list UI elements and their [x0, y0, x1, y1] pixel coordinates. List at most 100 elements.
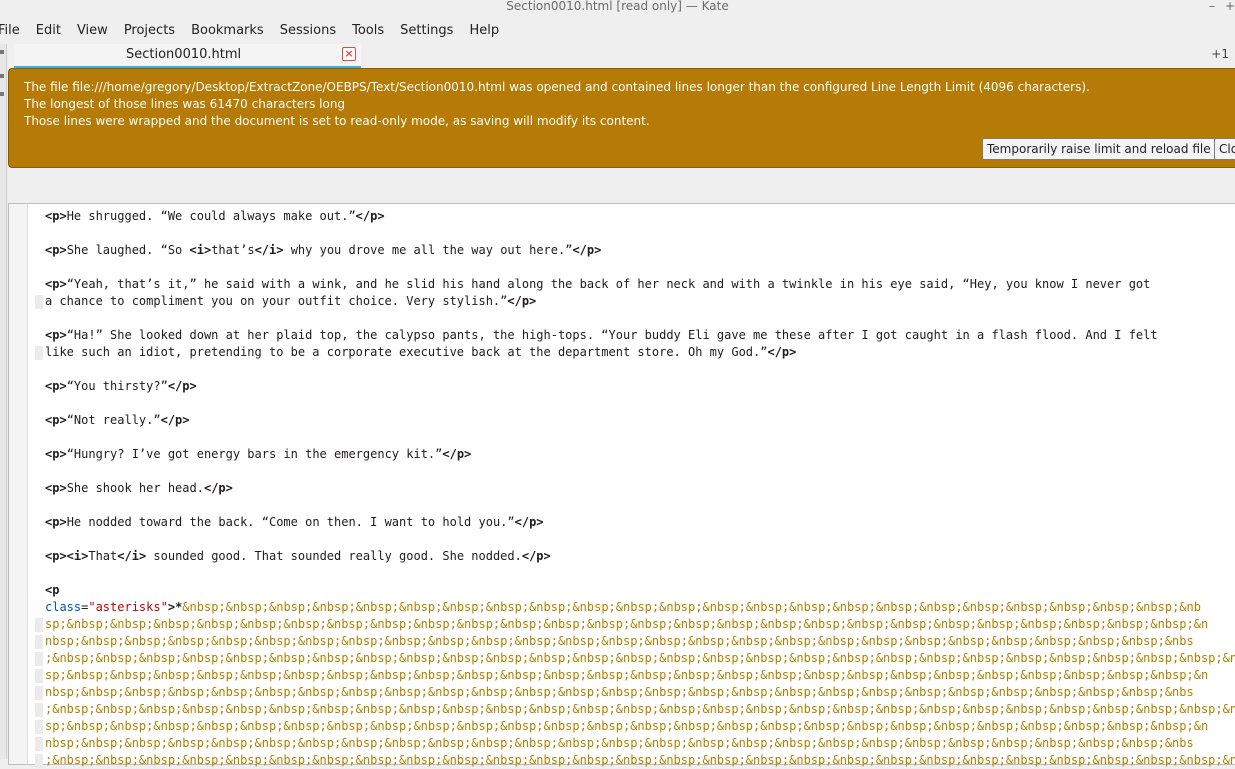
- code-text: why you drove me all the way out here.”: [283, 243, 573, 257]
- tab-bar: Section0010.html × +1: [6, 44, 1235, 68]
- code-text: “You thirsty?”: [66, 379, 168, 393]
- wrap-indicator-icon: [35, 686, 43, 700]
- line-length-warning-banner: The file file:///home/gregory/Desktop/Ex…: [8, 68, 1235, 168]
- code-line: <p>He nodded toward the back. “Come on t…: [45, 514, 544, 531]
- code-entity: sp;&nbsp;&nbsp;&nbsp;&nbsp;&nbsp;&nbsp;&…: [45, 617, 1209, 631]
- code-tag: </p>: [203, 481, 233, 495]
- menu-view[interactable]: View: [69, 23, 116, 38]
- code-text: He shrugged. “We could always make out.”: [66, 209, 356, 223]
- code-text: “Hungry? I’ve got energy bars in the eme…: [66, 447, 443, 461]
- code-entity: ;&nbsp;&nbsp;&nbsp;&nbsp;&nbsp;&nbsp;&nb…: [45, 702, 1235, 716]
- code-line: sp;&nbsp;&nbsp;&nbsp;&nbsp;&nbsp;&nbsp;&…: [35, 718, 1209, 735]
- code-line: <p>“Not really.”</p>: [45, 412, 190, 429]
- code-entity: &nbsp;&nbsp;&nbsp;&nbsp;&nbsp;&nbsp;&nbs…: [182, 600, 1201, 614]
- code-text: a chance to compliment you on your outfi…: [45, 294, 508, 308]
- window-title: Section0010.html [read only] — Kate: [506, 0, 729, 13]
- wrap-indicator-icon: [35, 635, 43, 649]
- code-line: <p>“You thirsty?”</p>: [45, 378, 197, 395]
- code-line: <p>He shrugged. “We could always make ou…: [45, 208, 385, 225]
- more-tabs-indicator[interactable]: +1: [1211, 47, 1229, 61]
- text-editor[interactable]: <p>He shrugged. “We could always make ou…: [8, 203, 1235, 768]
- minimize-icon[interactable]: –: [1209, 0, 1215, 12]
- code-line: nbsp;&nbsp;&nbsp;&nbsp;&nbsp;&nbsp;&nbsp…: [35, 633, 1194, 650]
- tab-section0010[interactable]: Section0010.html ×: [14, 44, 361, 68]
- code-tag: </p>: [355, 209, 385, 223]
- code-line: ;&nbsp;&nbsp;&nbsp;&nbsp;&nbsp;&nbsp;&nb…: [35, 650, 1235, 667]
- code-line: <p>“Ha!” She looked down at her plaid to…: [45, 327, 1158, 344]
- code-line: class="asterisks">*&nbsp;&nbsp;&nbsp;&nb…: [45, 599, 1201, 616]
- code-text: “Ha!” She looked down at her plaid top, …: [66, 328, 1158, 342]
- code-line: <p>“Yeah, that’s it,” he said with a win…: [45, 276, 1150, 293]
- code-line: sp;&nbsp;&nbsp;&nbsp;&nbsp;&nbsp;&nbsp;&…: [35, 667, 1209, 684]
- menu-bar: File Edit View Projects Bookmarks Sessio…: [0, 18, 1235, 42]
- banner-line-2: The longest of those lines was 61470 cha…: [24, 97, 346, 111]
- code-tag: <p>: [45, 328, 67, 342]
- code-line: <p>She shook her head.</p>: [45, 480, 233, 497]
- raise-limit-reload-button[interactable]: Temporarily raise limit and reload file: [982, 138, 1216, 160]
- code-tag: <p><i>: [45, 549, 89, 563]
- menu-edit[interactable]: Edit: [28, 23, 69, 38]
- code-tag: <p>: [45, 447, 67, 461]
- code-tag: </p>: [521, 549, 551, 563]
- wrap-indicator-icon: [35, 295, 43, 309]
- code-text: that’s: [211, 243, 255, 257]
- banner-line-3: Those lines were wrapped and the documen…: [24, 114, 650, 128]
- code-line: <p>She laughed. “So <i>that’s</i> why yo…: [45, 242, 601, 259]
- code-text: She shook her head.: [66, 481, 204, 495]
- wrap-indicator-icon: [35, 703, 43, 717]
- wrap-indicator-icon: [35, 720, 43, 734]
- code-tag: <p>: [45, 379, 67, 393]
- code-tag: </p>: [507, 294, 537, 308]
- code-line: nbsp;&nbsp;&nbsp;&nbsp;&nbsp;&nbsp;&nbsp…: [35, 735, 1194, 752]
- code-line: <p>“Hungry? I’ve got energy bars in the …: [45, 446, 471, 463]
- code-tag: </p>: [767, 345, 797, 359]
- banner-line-1: The file file:///home/gregory/Desktop/Ex…: [24, 80, 1090, 94]
- code-text: “Yeah, that’s it,” he said with a wink, …: [66, 277, 1151, 291]
- code-tag: <p>: [45, 481, 67, 495]
- code-tag: </p>: [442, 447, 472, 461]
- menu-settings[interactable]: Settings: [392, 23, 461, 38]
- close-banner-button[interactable]: Close: [1214, 138, 1235, 160]
- menu-bookmarks[interactable]: Bookmarks: [183, 23, 272, 38]
- code-text: like such an idiot, pretending to be a c…: [45, 345, 768, 359]
- code-tag: <i>: [189, 243, 212, 257]
- code-line: ;&nbsp;&nbsp;&nbsp;&nbsp;&nbsp;&nbsp;&nb…: [35, 701, 1235, 718]
- code-tag: <p: [45, 583, 60, 597]
- sidebar-handle-icon: [0, 92, 4, 96]
- code-entity: nbsp;&nbsp;&nbsp;&nbsp;&nbsp;&nbsp;&nbsp…: [45, 634, 1194, 648]
- code-tag: </p>: [167, 379, 197, 393]
- code-entity: sp;&nbsp;&nbsp;&nbsp;&nbsp;&nbsp;&nbsp;&…: [45, 668, 1209, 682]
- code-tag: <p>: [45, 413, 67, 427]
- code-tag: <p>: [45, 515, 67, 529]
- wrap-indicator-icon: [35, 754, 43, 768]
- code-attribute: class: [45, 600, 82, 614]
- wrap-indicator-icon: [35, 652, 43, 666]
- code-text: sounded good. That sounded really good. …: [146, 549, 522, 563]
- code-line: a chance to compliment you on your outfi…: [35, 293, 537, 310]
- code-tag: </i>: [254, 243, 284, 257]
- code-line: like such an idiot, pretending to be a c…: [35, 344, 797, 361]
- wrap-indicator-icon: [35, 669, 43, 683]
- code-tag: <p>: [45, 209, 67, 223]
- menu-projects[interactable]: Projects: [116, 23, 183, 38]
- code-entity: nbsp;&nbsp;&nbsp;&nbsp;&nbsp;&nbsp;&nbsp…: [45, 685, 1194, 699]
- code-line: sp;&nbsp;&nbsp;&nbsp;&nbsp;&nbsp;&nbsp;&…: [35, 616, 1209, 633]
- code-text: She laughed. “So: [66, 243, 190, 257]
- code-entity: nbsp;&nbsp;&nbsp;&nbsp;&nbsp;&nbsp;&nbsp…: [45, 736, 1194, 750]
- wrap-indicator-icon: [35, 618, 43, 632]
- code-line: ;&nbsp;&nbsp;&nbsp;&nbsp;&nbsp;&nbsp;&nb…: [35, 752, 1235, 769]
- menu-file[interactable]: File: [0, 23, 28, 38]
- window-titlebar: Section0010.html [read only] — Kate – +: [0, 0, 1235, 14]
- tab-label: Section0010.html: [126, 47, 242, 62]
- menu-tools[interactable]: Tools: [344, 23, 392, 38]
- close-tab-icon[interactable]: ×: [342, 47, 356, 61]
- left-sidebar[interactable]: [0, 44, 7, 759]
- code-entity: sp;&nbsp;&nbsp;&nbsp;&nbsp;&nbsp;&nbsp;&…: [45, 719, 1209, 733]
- code-tag: >*: [167, 600, 183, 614]
- code-text: He nodded toward the back. “Come on then…: [66, 515, 515, 529]
- maximize-icon[interactable]: +: [1225, 0, 1235, 12]
- menu-sessions[interactable]: Sessions: [272, 23, 344, 38]
- code-tag: </p>: [160, 413, 190, 427]
- wrap-indicator-icon: [35, 346, 43, 360]
- menu-help[interactable]: Help: [461, 23, 507, 38]
